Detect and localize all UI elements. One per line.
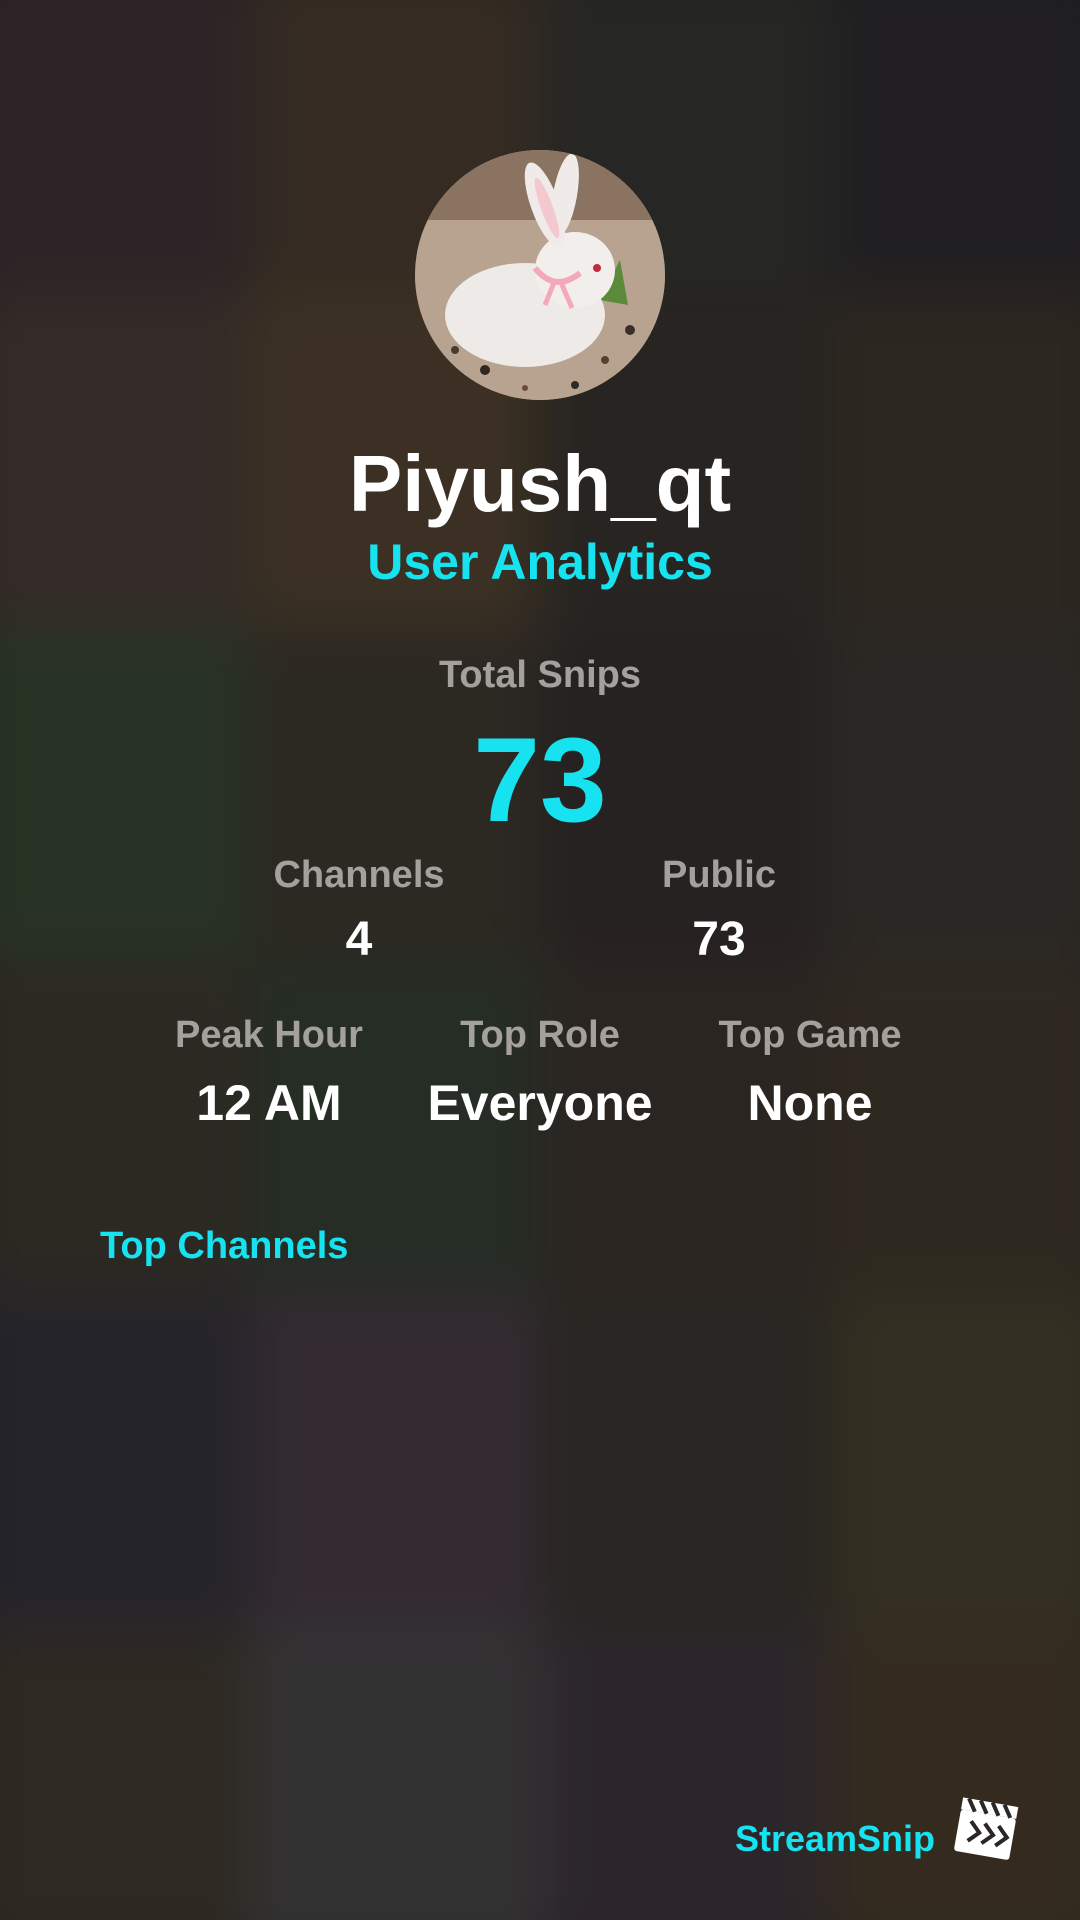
channels-label: Channels xyxy=(273,854,445,896)
bunny-avatar-image xyxy=(415,150,665,400)
page-subtitle: User Analytics xyxy=(367,534,713,590)
top-channels-heading: Top Channels xyxy=(100,1225,349,1267)
top-role-label: Top Role xyxy=(460,1014,620,1056)
peak-hour-value: 12 AM xyxy=(196,1075,342,1131)
top-role-value: Everyone xyxy=(427,1075,653,1131)
peak-hour-label: Peak Hour xyxy=(175,1014,363,1056)
channels-value: 4 xyxy=(345,913,373,966)
avatar xyxy=(415,150,665,400)
public-value: 73 xyxy=(692,913,746,966)
total-snips-value: 73 xyxy=(473,713,607,847)
top-game-label: Top Game xyxy=(718,1014,902,1056)
clapperboard-icon xyxy=(950,1792,1024,1866)
top-game-value: None xyxy=(747,1075,873,1131)
brand-name: StreamSnip xyxy=(734,1818,935,1859)
page-title: Piyush_qt xyxy=(348,439,732,528)
public-label: Public xyxy=(661,854,777,896)
analytics-card: Piyush_qt User Analytics Total Snips 73 … xyxy=(0,0,1080,1920)
total-snips-label: Total Snips xyxy=(439,654,641,696)
